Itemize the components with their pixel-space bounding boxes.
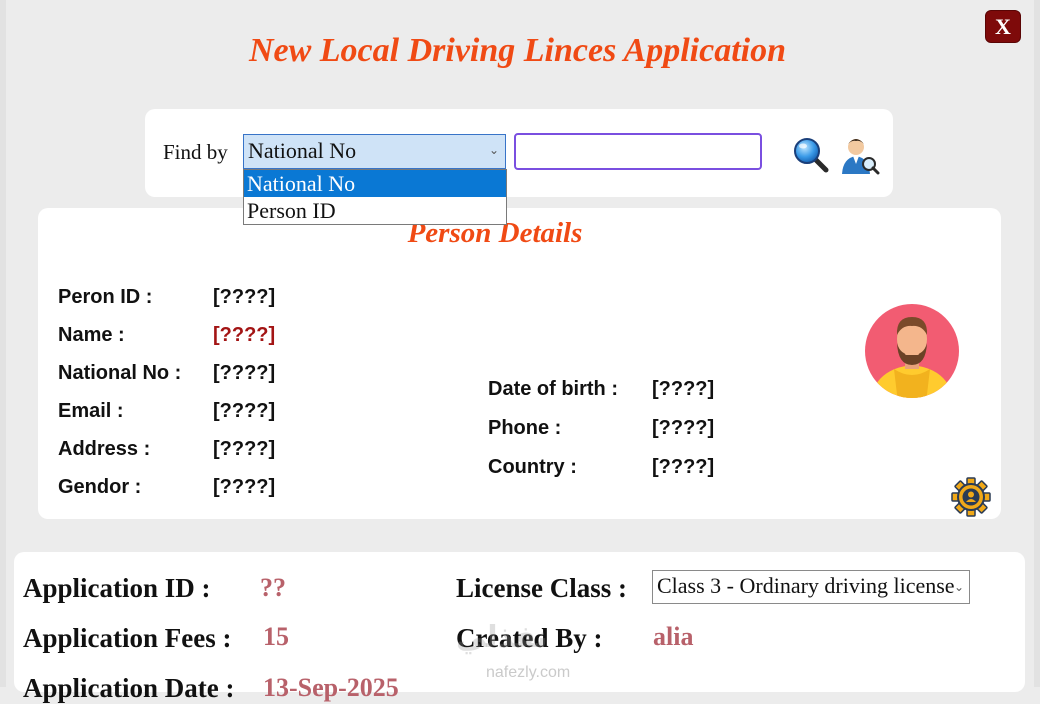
watermark-site: nafezly.com (486, 664, 571, 681)
license-class-label: License Class : (456, 573, 627, 603)
license-class-selected-value: Class 3 - Ordinary driving license (657, 573, 955, 598)
address-label: Address : (58, 438, 151, 460)
created-by-value: alia (653, 622, 694, 651)
address-value: [????] (213, 438, 276, 460)
find-by-dropdown-list: National No Person ID (243, 169, 507, 225)
form-title: New Local Driving Linces Application (248, 32, 787, 69)
phone-label: Phone : (488, 417, 562, 439)
email-value: [????] (213, 400, 276, 422)
window-border-left (0, 0, 6, 687)
person-avatar (865, 304, 959, 398)
search-input[interactable] (514, 133, 762, 170)
person-search-icon[interactable] (838, 134, 880, 176)
search-icon[interactable] (792, 136, 830, 174)
email-label: Email : (58, 400, 124, 422)
application-fees-value: 15 (263, 622, 289, 651)
dropdown-option-national-no[interactable]: National No (244, 170, 506, 197)
license-class-select[interactable]: Class 3 - Ordinary driving license ⌄ (652, 570, 970, 604)
phone-value: [????] (652, 417, 715, 439)
chevron-down-icon: ⌄ (953, 580, 964, 594)
name-label: Name : (58, 324, 125, 346)
date-of-birth-value: [????] (652, 378, 715, 400)
national-no-value: [????] (213, 362, 276, 384)
dropdown-option-person-id[interactable]: Person ID (244, 197, 506, 224)
person-id-label: Peron ID : (58, 286, 153, 308)
window-border-right (1034, 0, 1040, 687)
gender-value: [????] (213, 476, 276, 498)
application-date-label: Application Date : (23, 673, 235, 703)
national-no-label: National No : (58, 362, 182, 384)
gear-icon[interactable] (951, 477, 991, 517)
find-by-label: Find by (163, 140, 228, 164)
gender-label: Gendor : (58, 476, 142, 498)
application-fees-label: Application Fees : (23, 623, 232, 653)
application-id-value: ?? (260, 573, 286, 602)
date-of-birth-label: Date of birth : (488, 378, 618, 400)
watermark-logo: نفذلي (456, 620, 548, 655)
name-value: [????] (213, 324, 276, 346)
chevron-down-icon: ⌄ (488, 143, 499, 157)
person-id-value: [????] (213, 286, 276, 308)
find-by-selected-value: National No (248, 138, 357, 163)
application-date-value: 13-Sep-2025 (263, 673, 399, 702)
find-by-select[interactable]: National No ⌄ (243, 134, 506, 169)
country-label: Country : (488, 456, 577, 478)
country-value: [????] (652, 456, 715, 478)
application-id-label: Application ID : (23, 573, 211, 603)
